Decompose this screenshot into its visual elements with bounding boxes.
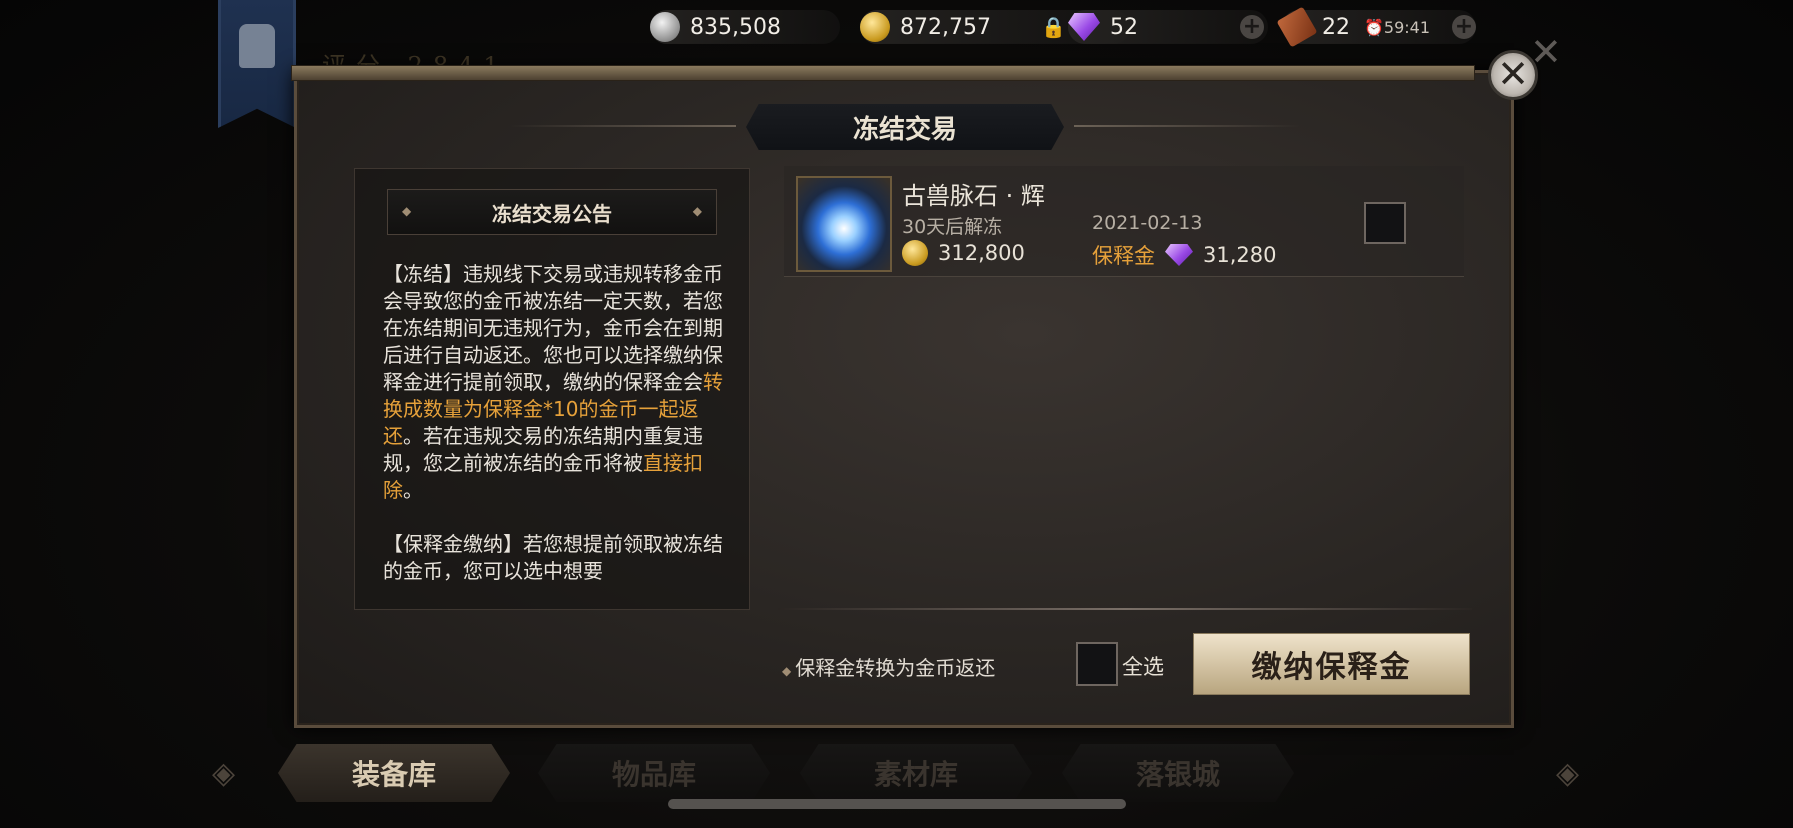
tab-city[interactable]: 落银城 bbox=[1062, 744, 1294, 802]
home-indicator[interactable] bbox=[668, 799, 1126, 809]
ticket-icon bbox=[1276, 6, 1318, 48]
lock-icon[interactable]: 🔒 bbox=[1041, 15, 1066, 39]
frozen-item-row[interactable]: 古兽脉石 · 辉 30天后解冻 2021-02-13 312,800 保释金 3… bbox=[784, 166, 1464, 277]
item-date: 2021-02-13 bbox=[1092, 212, 1203, 234]
add-ticket-button[interactable]: + bbox=[1452, 15, 1476, 39]
title-divider-right bbox=[1074, 125, 1300, 127]
notice-text: 【冻结】违规线下交易或违规转移金币会导致您的金币被冻结一定天数，若您在冻结期间无… bbox=[383, 262, 723, 394]
item-name: 古兽脉石 · 辉 bbox=[902, 182, 1045, 210]
gold-coin-icon bbox=[860, 12, 890, 42]
item-bail-value: 31,280 bbox=[1203, 243, 1277, 267]
notice-text: 【保释金缴纳】若您想提前领取被冻结的金币，您可以选中想要 bbox=[383, 532, 723, 583]
gold-coin-icon bbox=[902, 240, 928, 266]
timer-text: 59:41 bbox=[1383, 17, 1431, 37]
item-gold-value: 312,800 bbox=[938, 241, 1025, 265]
item-gold: 312,800 bbox=[902, 240, 1025, 266]
list-divider bbox=[778, 608, 1472, 610]
item-bail-label: 保释金 bbox=[1092, 244, 1155, 268]
select-all-checkbox[interactable] bbox=[1076, 642, 1118, 686]
title-divider-left bbox=[510, 125, 736, 127]
bail-convert-note: ◆ 保释金转换为金币返还 bbox=[782, 652, 995, 681]
notice-text: 。 bbox=[403, 478, 423, 502]
notice-body: 【冻结】违规线下交易或违规转移金币会导致您的金币被冻结一定天数，若您在冻结期间无… bbox=[383, 261, 723, 585]
helmet-icon bbox=[239, 24, 275, 68]
close-button[interactable]: ✕ bbox=[1488, 50, 1538, 100]
silver-resource: 835,508 bbox=[650, 10, 840, 44]
gem-icon bbox=[1068, 13, 1100, 41]
guild-banner bbox=[218, 0, 296, 128]
item-unfreeze-time: 30天后解冻 bbox=[902, 216, 1003, 238]
gem-resource: 52 bbox=[1068, 10, 1268, 44]
timer-clock-icon: ⏰ bbox=[1364, 17, 1384, 37]
notice-panel[interactable]: ◆ 冻结交易公告 ◆ 【冻结】违规线下交易或违规转移金币会导致您的金币被冻结一定… bbox=[354, 168, 750, 610]
select-all-label[interactable]: 全选 bbox=[1122, 651, 1164, 681]
add-gem-button[interactable]: + bbox=[1240, 15, 1264, 39]
diamond-ornament-icon: ◆ bbox=[782, 664, 792, 678]
tab-ornament-icon: ◈ bbox=[212, 756, 236, 791]
notice-header: ◆ 冻结交易公告 ◆ bbox=[387, 189, 717, 235]
bail-convert-text: 保释金转换为金币返还 bbox=[795, 656, 996, 680]
tab-ornament-icon: ◈ bbox=[1556, 756, 1580, 791]
tab-materials[interactable]: 素材库 bbox=[800, 744, 1032, 802]
tab-equipment[interactable]: 装备库 bbox=[278, 744, 510, 802]
gem-icon bbox=[1165, 244, 1193, 266]
diamond-ornament-icon: ◆ bbox=[402, 204, 412, 218]
panel-frame-top bbox=[291, 65, 1475, 81]
pay-bail-button[interactable]: 缴纳保释金 bbox=[1193, 633, 1470, 695]
silver-coin-icon bbox=[650, 12, 680, 42]
ticket-value: 22 bbox=[1322, 14, 1350, 40]
dialog-title: 冻结交易 bbox=[746, 104, 1064, 150]
silver-value: 835,508 bbox=[690, 14, 781, 40]
item-checkbox[interactable] bbox=[1364, 202, 1406, 244]
notice-title: 冻结交易公告 bbox=[492, 201, 612, 226]
gold-value: 872,757 bbox=[900, 14, 991, 40]
ticket-resource: 22 ⏰ 59:41 bbox=[1276, 6, 1476, 48]
tab-items[interactable]: 物品库 bbox=[538, 744, 770, 802]
item-bail: 保释金 31,280 bbox=[1092, 240, 1276, 270]
diamond-ornament-icon: ◆ bbox=[692, 204, 702, 218]
blue-flame-stone-icon bbox=[796, 176, 892, 272]
gem-value: 52 bbox=[1110, 14, 1138, 40]
